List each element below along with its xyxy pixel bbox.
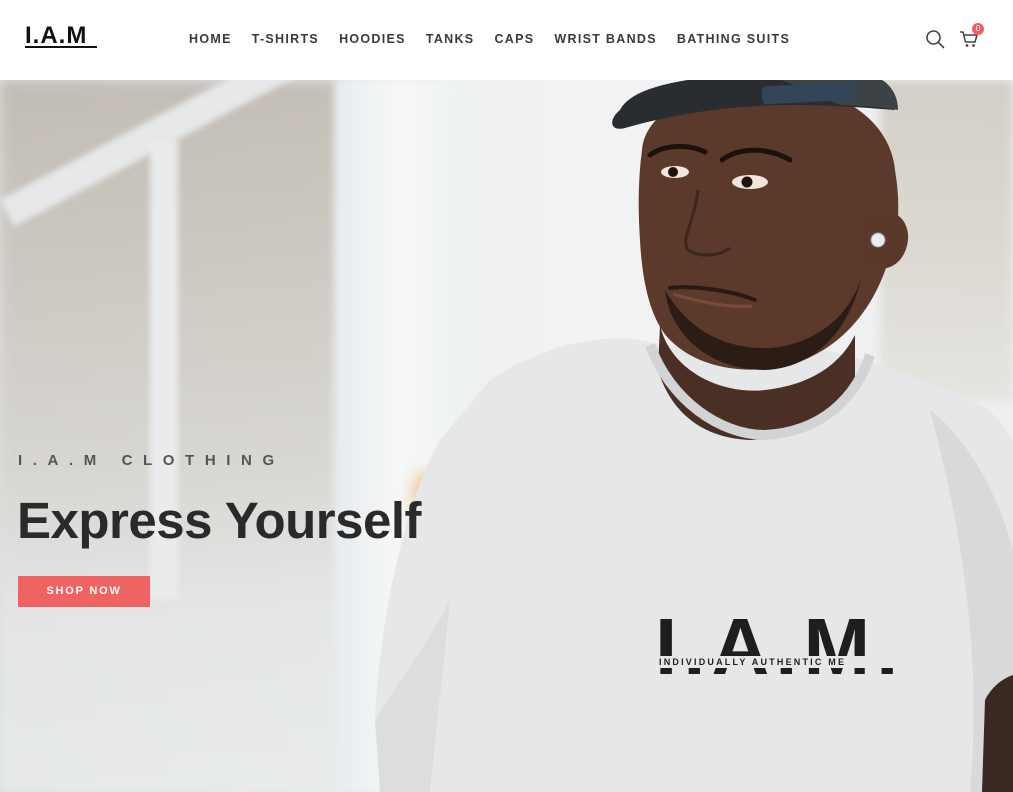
main-nav: HOME T-SHIRTS HOODIES TANKS CAPS WRIST B… <box>179 30 800 48</box>
shop-now-button[interactable]: SHOP NOW <box>18 576 150 607</box>
shirt-print-tagline: INDIVIDUALLY AUTHENTIC ME <box>659 656 909 668</box>
nav-item-home[interactable]: HOME <box>179 30 242 48</box>
nav-item-caps[interactable]: CAPS <box>484 30 544 48</box>
hero-banner: I.A.M CLOTHING Express Yourself SHOP NOW… <box>0 80 1013 792</box>
cart-count-badge: 0 <box>972 23 984 35</box>
hero-title: Express Yourself <box>17 492 421 549</box>
nav-item-bathing-suits[interactable]: BATHING SUITS <box>667 30 800 48</box>
hero-kicker: I.A.M CLOTHING <box>18 452 285 469</box>
logo-wordmark: I.A.M <box>25 22 88 49</box>
nav-item-t-shirts[interactable]: T-SHIRTS <box>242 30 329 48</box>
nav-item-wrist-bands[interactable]: WRIST BANDS <box>544 30 667 48</box>
shirt-print-logo: I.A.M. INDIVIDUALLY AUTHENTIC ME <box>655 605 915 695</box>
site-logo[interactable]: I.A.M <box>25 22 99 50</box>
search-icon[interactable] <box>925 29 945 49</box>
site-header: I.A.M HOME T-SHIRTS HOODIES TANKS CAPS W… <box>0 0 1013 80</box>
logo-underline <box>25 46 97 48</box>
shirt-print-wordmark: I.A.M. <box>655 602 905 691</box>
nav-item-tanks[interactable]: TANKS <box>416 30 485 48</box>
nav-item-hoodies[interactable]: HOODIES <box>329 30 416 48</box>
